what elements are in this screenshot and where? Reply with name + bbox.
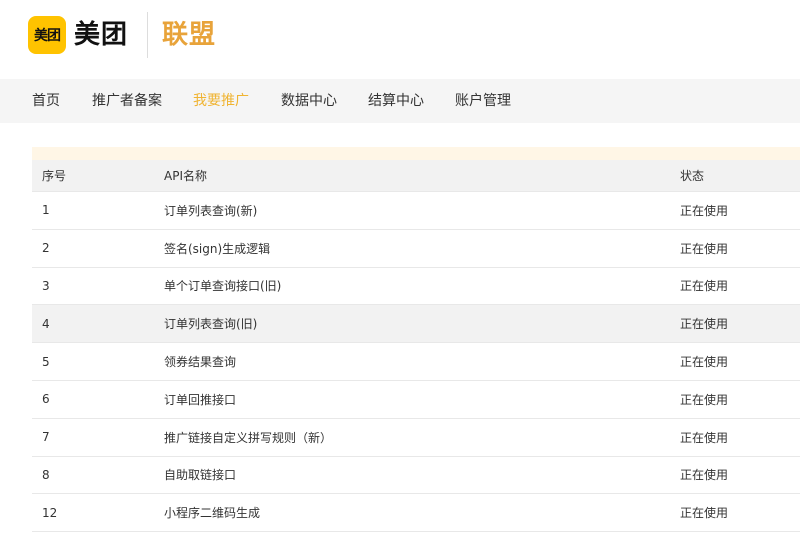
row-status: 正在使用 (680, 317, 729, 332)
row-api-name[interactable]: 自助取链接口 (164, 457, 236, 494)
row-index: 5 (42, 354, 50, 369)
row-api-name[interactable]: 小程序二维码生成 (164, 494, 260, 531)
row-status: 正在使用 (680, 355, 729, 370)
row-status: 正在使用 (680, 279, 729, 294)
table-row[interactable]: 1 订单列表查询(新) 正在使用 (32, 192, 800, 230)
row-api-name[interactable]: 领券结果查询 (164, 343, 236, 380)
row-status: 正在使用 (680, 468, 729, 483)
row-status: 正在使用 (680, 203, 729, 218)
row-api-name[interactable]: 单个订单查询接口(旧) (164, 268, 281, 305)
table-row[interactable]: 2 签名(sign)生成逻辑 正在使用 (32, 230, 800, 268)
row-index: 6 (42, 392, 50, 407)
header: 美团 美团 联盟 (0, 0, 800, 79)
brand-sub-name: 联盟 (162, 20, 217, 50)
row-index: 7 (42, 430, 50, 445)
row-index: 4 (42, 316, 50, 331)
table-row[interactable]: 6 订单回推接口 正在使用 (32, 381, 800, 419)
row-status: 正在使用 (680, 506, 729, 521)
row-api-name[interactable]: 订单列表查询(旧) (164, 305, 257, 342)
row-api-name[interactable]: 订单回推接口 (164, 381, 236, 418)
column-header-status: 状态 (680, 169, 705, 183)
notice-bar (32, 147, 800, 160)
row-index: 12 (42, 505, 58, 520)
row-index: 3 (42, 278, 50, 293)
api-table: 序号 API名称 状态 1 订单列表查询(新) 正在使用 2 签名(sign)生成逻辑正… (32, 160, 800, 533)
nav-item-data-center[interactable]: 数据中心 (281, 79, 337, 123)
logo-divider (147, 12, 148, 58)
row-api-name[interactable]: 订单列表查询(新) (164, 192, 257, 229)
table-row[interactable]: 3 单个订单查询接口(旧) 正在使用 (32, 268, 800, 306)
row-status: 正在使用 (680, 430, 729, 445)
table-header-row: 序号 API名称 状态 (32, 160, 800, 192)
nav-item-promote[interactable]: 我要推广 (193, 79, 249, 123)
row-index: 2 (42, 241, 50, 256)
table-row[interactable]: 12 小程序二维码生成 正在使用 (32, 494, 800, 533)
row-index: 8 (42, 467, 50, 482)
row-status: 正在使用 (680, 241, 729, 256)
column-header-api-name: API名称 (164, 169, 207, 183)
nav-item-promoter-filing[interactable]: 推广者备案 (92, 79, 162, 123)
row-status: 正在使用 (680, 392, 729, 407)
table-row[interactable]: 8 自助取链接口 正在使用 (32, 457, 800, 495)
table-body: 1 订单列表查询(新) 正在使用 2 签名(sign)生成逻辑 正在使用 3 单个订单查询接口… (32, 192, 800, 533)
table-row[interactable]: 7 推广链接自定义拼写规则（新） 正在使用 (32, 419, 800, 457)
meituan-logo-icon[interactable]: 美团 (28, 16, 66, 54)
row-index: 1 (42, 203, 50, 218)
row-api-name[interactable]: 推广链接自定义拼写规则（新） (164, 419, 332, 456)
nav-item-settlement-center[interactable]: 结算中心 (368, 79, 424, 123)
nav-item-account-management[interactable]: 账户管理 (455, 79, 511, 123)
nav-item-home[interactable]: 首页 (32, 79, 60, 123)
column-header-index: 序号 (42, 169, 67, 183)
main-nav: 首页 推广者备案 我要推广 数据中心 结算中心 账户管理 (0, 79, 800, 123)
table-row[interactable]: 5 领券结果查询 正在使用 (32, 343, 800, 381)
table-row[interactable]: 4 订单列表查询(旧) 正在使用 (32, 305, 800, 344)
row-api-name[interactable]: 签名(sign)生成逻辑 (164, 230, 270, 267)
brand-name[interactable]: 美团 (74, 16, 128, 54)
